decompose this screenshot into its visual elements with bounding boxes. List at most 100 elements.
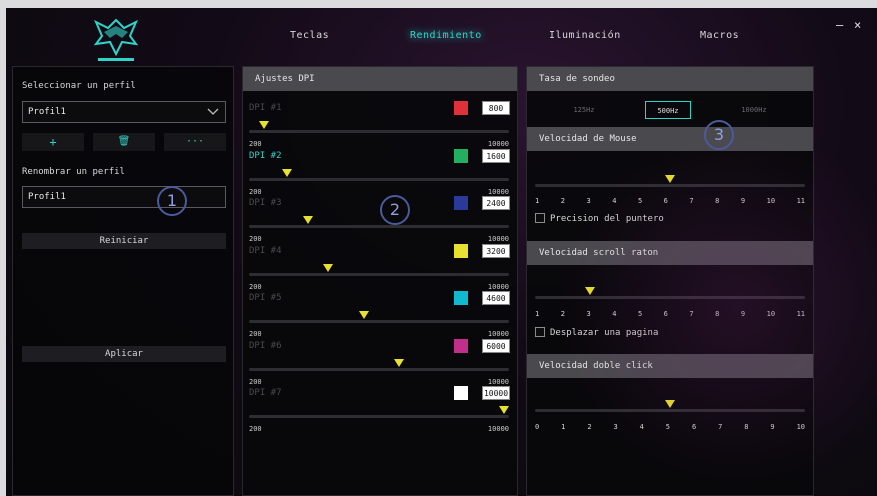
dpi-slider-thumb[interactable] [259, 121, 269, 129]
delete-profile-button[interactable]: 🗑 [93, 133, 155, 151]
dpi-slider-track[interactable] [249, 177, 509, 181]
minimize-button[interactable]: – [836, 18, 843, 32]
more-icon: ··· [185, 136, 205, 147]
dpi-color-swatch[interactable] [454, 196, 468, 210]
polling-rate-option[interactable]: 1000Hz [731, 101, 777, 119]
dpi-slider-track[interactable] [249, 225, 509, 228]
dpi-slider-thumb[interactable] [499, 406, 509, 414]
close-button[interactable]: × [854, 18, 861, 32]
scroll-speed-slider[interactable] [535, 287, 805, 299]
dpi-level-name[interactable]: DPI #4 [249, 246, 282, 256]
double-click-slider[interactable] [535, 400, 805, 412]
dpi-level-row: DPI #4 3200 200 10000 [243, 242, 515, 291]
dpi-slider-track[interactable] [249, 272, 509, 276]
reset-button[interactable]: Reiniciar [22, 233, 226, 249]
dpi-slider-thumb[interactable] [282, 168, 292, 177]
tick-label: 1 [535, 197, 540, 205]
tick-label: 10 [766, 310, 776, 318]
dpi-level-name[interactable]: DPI #2 [249, 151, 282, 161]
dpi-level-name[interactable]: DPI #3 [249, 198, 282, 208]
double-click-thumb[interactable] [665, 400, 675, 408]
apply-button[interactable]: Aplicar [22, 346, 226, 362]
mouse-speed-title: Velocidad de Mouse [527, 127, 813, 151]
brand-logo-icon [93, 18, 139, 61]
dpi-color-swatch[interactable] [454, 291, 468, 305]
tick-label: 5 [637, 310, 643, 318]
dpi-level-name[interactable]: DPI #5 [249, 293, 282, 303]
tick-label: 9 [740, 310, 746, 318]
dpi-level-row: DPI #2 1600 200 10000 [243, 147, 515, 196]
screenshot-frame: Teclas Rendimiento Iluminación Macros – … [0, 0, 877, 496]
tick-label: 11 [796, 197, 805, 205]
dpi-level-name[interactable]: DPI #1 [249, 103, 282, 113]
settings-panel: Tasa de sondeo 125Hz 500Hz 1000Hz Velocida… [526, 66, 814, 496]
dpi-slider-thumb[interactable] [323, 263, 333, 272]
add-profile-button[interactable]: + [22, 133, 84, 151]
plus-icon: + [49, 135, 57, 149]
tab-macros[interactable]: Macros [700, 30, 739, 41]
tab-rendimiento[interactable]: Rendimiento [410, 30, 482, 41]
dpi-range-min: 200 [249, 425, 262, 433]
rename-profile-label: Renombrar un perfil [22, 167, 125, 177]
pointer-precision-label: Precision del puntero [550, 214, 664, 224]
trash-icon: 🗑 [117, 136, 131, 147]
dpi-value-input[interactable]: 4600 [482, 291, 510, 305]
tick-label: 10 [766, 197, 776, 205]
tick-label: 10 [796, 423, 805, 431]
annotation-marker-1: 1 [157, 186, 187, 216]
mouse-speed-thumb[interactable] [665, 175, 675, 183]
mouse-speed-slider[interactable] [535, 175, 805, 187]
pointer-precision-checkbox[interactable] [535, 213, 545, 223]
dpi-value-input[interactable]: 6000 [482, 338, 510, 353]
dpi-color-swatch[interactable] [454, 243, 468, 258]
tick-label: 0 [535, 423, 540, 431]
tab-teclas[interactable]: Teclas [290, 30, 329, 41]
polling-rate-option[interactable]: 125Hz [561, 101, 607, 119]
more-options-button[interactable]: ··· [164, 133, 226, 151]
dpi-level-name[interactable]: DPI #6 [249, 341, 282, 351]
dpi-level-list: DPI #1 800 200 10000 DPI #2 1600 200 10000 DPI #… [243, 99, 519, 489]
dpi-slider-track[interactable] [249, 320, 509, 323]
dpi-value-input[interactable]: 800 [482, 101, 510, 115]
dpi-value-input[interactable]: 1600 [482, 148, 510, 163]
tick-label: 7 [689, 310, 694, 318]
tick-label: 8 [715, 197, 720, 205]
tab-iluminacion[interactable]: Iluminación [549, 30, 621, 41]
dpi-value-input[interactable]: 2400 [482, 196, 510, 210]
dpi-slider-track[interactable] [249, 130, 509, 133]
tick-label: 4 [639, 423, 644, 431]
dpi-slider-track[interactable] [249, 415, 509, 418]
dpi-slider-thumb[interactable] [394, 358, 404, 367]
dpi-value-input[interactable]: 3200 [482, 243, 510, 258]
tick-label: 1 [535, 310, 540, 318]
dpi-value-input[interactable]: 10000 [482, 386, 510, 400]
dpi-level-row: DPI #6 6000 200 10000 [243, 337, 515, 386]
dpi-slider-thumb[interactable] [359, 311, 369, 319]
scroll-speed-title: Velocidad scroll raton [527, 241, 813, 265]
dpi-color-swatch[interactable] [454, 101, 468, 115]
dpi-level-row: DPI #7 10000 200 10000 [243, 384, 515, 433]
dpi-level-name[interactable]: DPI #7 [249, 388, 282, 398]
tick-label: 1 [561, 423, 566, 431]
dpi-range-max: 10000 [487, 425, 509, 433]
profile-panel: Seleccionar un perfil Profil1 + 🗑 ··· Re… [12, 66, 234, 496]
polling-rate-title: Tasa de sondeo [527, 67, 813, 91]
polling-rate-option[interactable]: 500Hz [645, 101, 691, 119]
chevron-down-icon [207, 108, 219, 115]
profile-select[interactable]: Profil1 [22, 101, 226, 123]
rename-profile-input[interactable]: Profil1 [22, 186, 226, 208]
tick-label: 6 [663, 310, 668, 318]
tick-label: 6 [691, 423, 697, 431]
dpi-color-swatch[interactable] [454, 148, 468, 163]
annotation-marker-2: 2 [380, 195, 410, 225]
scroll-speed-thumb[interactable] [585, 287, 596, 295]
tick-label: 8 [744, 423, 749, 431]
dpi-slider-thumb[interactable] [303, 216, 313, 224]
tick-label: 3 [586, 197, 591, 205]
dpi-slider-track[interactable] [249, 367, 509, 371]
dpi-color-swatch[interactable] [454, 338, 468, 353]
tick-label: 2 [587, 423, 592, 431]
tick-label: 7 [689, 197, 694, 205]
dpi-color-swatch[interactable] [454, 386, 468, 400]
scroll-page-checkbox[interactable] [535, 327, 545, 337]
